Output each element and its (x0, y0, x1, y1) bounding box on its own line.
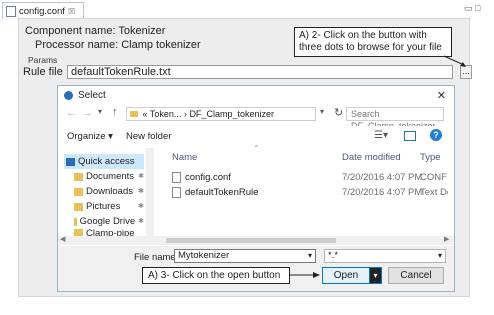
file-type-value: *.* (328, 250, 339, 261)
component-value: Tokenizer (118, 25, 166, 37)
filename-label: File name: (134, 252, 179, 263)
filename-value: Mytokenizer (178, 250, 230, 261)
back-icon[interactable]: ← (66, 107, 77, 119)
processor-name-row: Processor name: Clamp tokenizer (35, 39, 201, 51)
nav-item-label: Quick access (78, 156, 135, 167)
refresh-icon[interactable]: ↻ (334, 106, 343, 119)
rule-file-input[interactable]: defaultTokenRule.txt (67, 65, 453, 79)
dialog-title: Select (78, 90, 106, 101)
downloads-icon (74, 187, 83, 196)
breadcrumb-current[interactable]: DF_Clamp_tokenizer (189, 109, 274, 119)
breadcrumb-token[interactable]: Token... (150, 109, 182, 119)
window-controls[interactable]: ▭ □ (464, 3, 480, 14)
dialog-titlebar: Select (64, 90, 106, 101)
select-dialog: Select ✕ ← → ▾ ↑ « Token... › DF_Clamp_t… (57, 85, 455, 292)
nav-item-label: Documents (86, 171, 135, 182)
file-list: Name Date modified Type ⌃ config.conf 7/2… (158, 144, 448, 236)
navigation-bar: ← → ▾ ↑ « Token... › DF_Clamp_tokenizer … (58, 104, 454, 131)
nav-item[interactable]: Pictures ✱ (64, 199, 144, 214)
scroll-right-icon[interactable]: ▶ (444, 235, 449, 243)
tab-title: config.conf (19, 5, 65, 17)
open-callout: A) 3- Click on the open button (142, 267, 290, 284)
filename-dropdown-icon[interactable]: ▾ (308, 250, 312, 262)
filename-input[interactable]: Mytokenizer ▾ (174, 249, 316, 263)
app-logo-icon (64, 91, 73, 100)
scroll-thumb[interactable] (166, 238, 336, 243)
star-icon (66, 157, 75, 166)
cancel-button[interactable]: Cancel (388, 267, 444, 284)
address-bar[interactable]: « Token... › DF_Clamp_tokenizer (126, 107, 316, 121)
open-button[interactable]: Open ▾ (322, 267, 382, 284)
column-name[interactable]: Name (172, 152, 197, 163)
address-dropdown-icon[interactable]: ▾ (320, 107, 324, 116)
view-options-icon[interactable]: ☰▾ (374, 130, 388, 141)
navigation-pane: Quick access Documents ✱ Downloads ✱ Pictures… (58, 148, 154, 237)
drive-icon (74, 217, 77, 226)
file-icon (172, 171, 181, 183)
pin-icon[interactable]: ✱ (138, 169, 144, 184)
sort-chevron-icon: ⌃ (253, 144, 260, 153)
pictures-icon (74, 202, 83, 211)
file-date: 7/20/2016 4:07 PM (342, 172, 423, 183)
preview-pane-icon[interactable] (404, 131, 416, 141)
column-type[interactable]: Type (420, 152, 441, 163)
rule-file-label: Rule file (23, 66, 63, 78)
nav-item[interactable]: Google Drive ✱ (64, 214, 144, 229)
documents-icon (74, 172, 83, 181)
file-date: 7/20/2016 4:07 PM (342, 187, 423, 198)
file-row[interactable]: config.conf 7/20/2016 4:07 PMCONF File (172, 170, 462, 185)
file-icon (172, 186, 181, 198)
processor-value: Clamp tokenizer (121, 39, 201, 51)
nav-item[interactable]: Documents ✱ (64, 169, 144, 184)
open-dropdown-icon[interactable]: ▾ (370, 268, 381, 283)
file-name: config.conf (185, 172, 231, 183)
breadcrumb-separator: › (183, 109, 187, 119)
browse-callout: A) 2- Click on the button with three dot… (294, 27, 452, 57)
help-icon[interactable]: ? (430, 129, 442, 141)
file-row[interactable]: defaultTokenRule 7/20/2016 4:07 PMText Do… (172, 185, 462, 200)
editor-tab[interactable]: config.conf ☒ (2, 2, 84, 19)
dialog-close-icon[interactable]: ✕ (437, 89, 446, 102)
nav-item[interactable]: Downloads ✱ (64, 184, 144, 199)
folder-icon (130, 111, 138, 117)
pin-icon[interactable]: ✱ (138, 199, 144, 214)
nav-item[interactable]: Quick access (64, 154, 144, 169)
callout-arrow (443, 55, 466, 67)
file-type-select[interactable]: *.* ▾ (324, 249, 446, 263)
recent-locations-icon[interactable]: ▾ (98, 107, 102, 116)
column-date[interactable]: Date modified (342, 152, 401, 163)
component-label: Component name: (25, 25, 116, 37)
up-icon[interactable]: ↑ (112, 106, 118, 118)
forward-icon[interactable]: → (82, 107, 93, 119)
close-icon[interactable]: ☒ (68, 7, 75, 16)
callout-arrow (289, 272, 320, 278)
file-icon (6, 5, 16, 17)
nav-item-label: Pictures (86, 201, 121, 212)
processor-label: Processor name: (35, 39, 119, 51)
nav-scrollbar[interactable] (146, 148, 154, 236)
new-folder-button[interactable]: New folder (126, 131, 171, 142)
file-type-dropdown-icon[interactable]: ▾ (438, 250, 442, 262)
nav-item-label: Downloads (86, 186, 133, 197)
scroll-left-icon[interactable]: ◀ (60, 235, 65, 243)
open-label: Open (323, 268, 370, 283)
organize-menu[interactable]: Organize ▾ (67, 131, 113, 142)
component-name-row: Component name: Tokenizer (25, 25, 165, 37)
nav-item-label: Google Drive (79, 216, 136, 227)
pin-icon[interactable]: ✱ (138, 214, 144, 229)
breadcrumb-overflow[interactable]: « (143, 109, 148, 119)
pin-icon[interactable]: ✱ (138, 184, 144, 199)
search-input[interactable]: Search DF_Clamp_tokenizer (346, 107, 444, 131)
file-name: defaultTokenRule (185, 187, 259, 198)
file-type: CONF File (420, 172, 448, 183)
params-label: Params (28, 55, 58, 65)
dialog-toolbar: Organize ▾ New folder ☰▾ ? (58, 126, 454, 146)
horizontal-scrollbar[interactable]: ◀ ▶ (58, 236, 454, 245)
file-type: Text Docu (420, 187, 448, 198)
